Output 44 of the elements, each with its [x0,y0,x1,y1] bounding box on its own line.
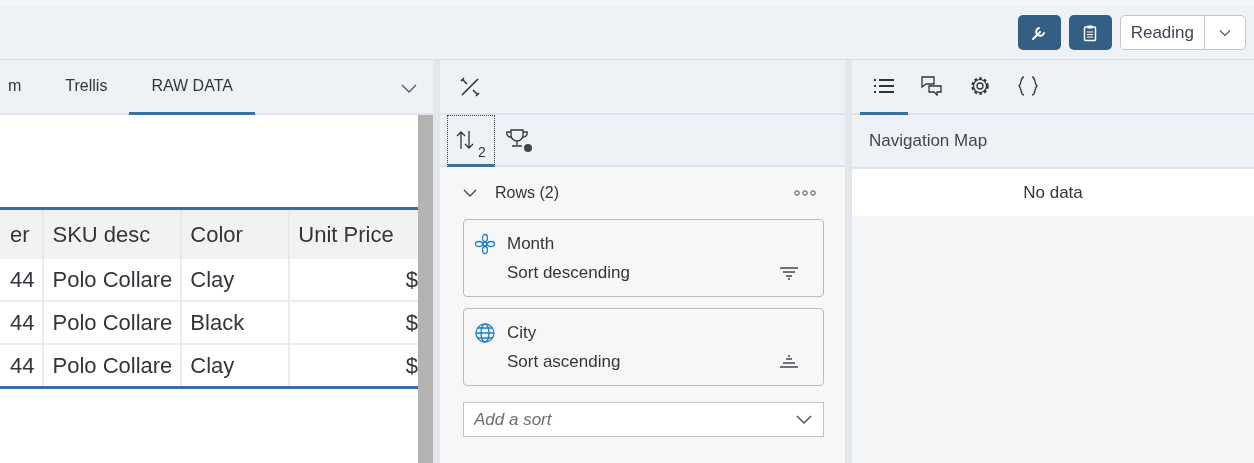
column-header: Unit Price [289,208,418,259]
braces-icon [1017,75,1039,97]
sort-card[interactable]: City Sort ascending [463,308,824,386]
globe-icon [474,322,496,344]
panel-title: Navigation Map [869,131,988,151]
field-name: Month [507,234,555,254]
field-name: City [507,323,537,343]
table-cell: Polo Collare [43,259,182,301]
chevron-down-icon[interactable] [401,84,417,93]
column-header: Color [181,208,290,259]
caret-icon [1219,28,1231,37]
sort-order: Sort descending [507,263,630,283]
clipboard-button[interactable] [1068,15,1112,50]
caret-icon[interactable] [796,415,812,424]
section-title: Rows (2) [495,184,560,202]
view-tab[interactable]: Trellis [43,60,130,115]
wrench-button[interactable] [1017,15,1061,50]
table-cell: 44 [0,301,44,344]
table-cell: Polo Collare [43,301,182,344]
list-icon [873,78,895,94]
table-cell: Clay [181,259,290,301]
more-icon[interactable] [794,190,816,196]
sort-card[interactable]: Month Sort descending [463,219,824,297]
scrollbar[interactable] [418,115,433,463]
sort-ascending-icon[interactable] [779,355,799,369]
table-cell: Polo Collare [43,344,182,388]
table-cell: 44 [0,344,44,388]
trophy-icon [505,127,533,153]
comments-icon [921,76,943,96]
mode-select[interactable]: Reading [1119,15,1246,50]
add-sort-dropdown[interactable]: Add a sort [463,402,824,437]
sort-tab[interactable]: 2 [447,115,495,167]
view-tab[interactable]: m [0,60,44,115]
table-cell: Clay [181,344,290,388]
column-header: SKU desc [43,208,182,259]
sort-descending-icon[interactable] [779,266,799,280]
table-cell: 44 [0,259,44,301]
settings-icon [969,75,991,97]
hierarchy-icon [474,233,496,255]
sort-order: Sort ascending [507,352,621,372]
empty-message: No data [1023,182,1083,203]
column-header: er [0,208,44,259]
table-cell: Black [181,301,290,344]
chevron-down-icon[interactable] [463,188,477,198]
